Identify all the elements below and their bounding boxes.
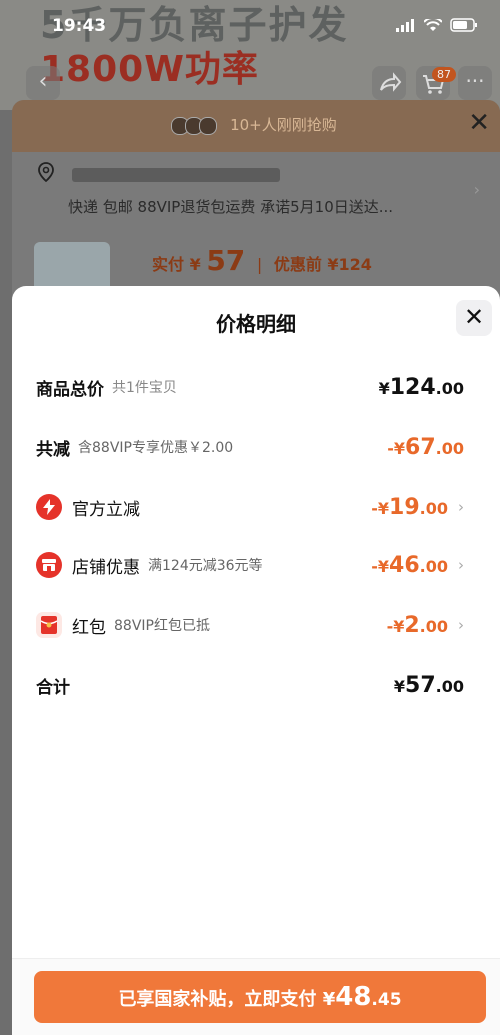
row-red-packet[interactable]: 红包 88VIP红包已抵 -¥2.00 ›: [36, 610, 464, 640]
paid-price-value: 57: [206, 244, 246, 277]
row-grand-total: 合计 ¥57.00: [36, 670, 464, 700]
price-before-discount: 优惠前 ¥124: [273, 255, 372, 274]
back-button[interactable]: ‹: [26, 66, 60, 100]
red-envelope-icon: [36, 612, 62, 638]
hero-text-line2: 1800W功率: [40, 49, 259, 90]
location-icon: [38, 162, 54, 183]
price-detail-sheet: 价格明细 ✕ 商品总价 共1件宝贝 ¥124.00 共减 含88VIP专享优惠￥…: [12, 286, 500, 1034]
paid-price-label: 实付: [152, 255, 185, 274]
row-label: 商品总价: [36, 379, 104, 400]
row-sub: 共1件宝贝: [112, 380, 177, 396]
pay-amount-decimal: .45: [371, 990, 402, 1010]
chevron-right-icon: ›: [458, 498, 464, 516]
recent-buyers-text: 10+人刚刚抢购: [230, 116, 337, 134]
shipping-info: 快递 包邮 88VIP退货包运费 承诺5月10日送达...: [68, 198, 394, 216]
row-label: 合计: [36, 677, 70, 698]
address-redacted[interactable]: [72, 168, 280, 182]
row-sub: 满124元减36元等: [148, 558, 263, 574]
row-amount: ¥57.00: [393, 672, 464, 698]
row-store-discount[interactable]: 店铺优惠 满124元减36元等 -¥46.00 ›: [36, 550, 464, 580]
bottom-bar: 已享国家补贴，立即支付 ¥48.45: [12, 958, 500, 1035]
recent-buyers: 10+人刚刚抢购: [12, 114, 500, 135]
row-amount: -¥19.00: [371, 494, 448, 520]
cart-count-badge: 87: [432, 67, 456, 82]
status-time: 19:43: [52, 16, 107, 36]
paid-price-line: 实付 ¥ 57 | 优惠前 ¥124: [152, 244, 372, 277]
battery-icon: [450, 18, 477, 32]
row-total-discount: 共减 含88VIP专享优惠￥2.00 -¥67.00: [36, 432, 464, 462]
row-sub: 含88VIP专享优惠￥2.00: [78, 440, 234, 456]
paid-price-currency: ¥: [189, 255, 201, 274]
more-button[interactable]: ···: [458, 66, 492, 100]
pay-amount-integer: 48: [335, 982, 372, 1012]
chevron-right-icon: ›: [458, 556, 464, 574]
row-product-total: 商品总价 共1件宝贝 ¥124.00: [36, 372, 464, 402]
status-icons: [396, 18, 478, 32]
signal-icon: [396, 18, 414, 32]
row-amount: -¥46.00: [371, 552, 448, 578]
row-amount: -¥67.00: [387, 434, 464, 460]
sheet-title: 价格明细: [216, 312, 296, 336]
close-icon[interactable]: ✕: [468, 108, 490, 138]
wifi-icon: [424, 18, 442, 31]
share-button[interactable]: [372, 66, 406, 100]
divider: |: [256, 255, 263, 274]
chevron-right-icon: ›: [458, 616, 464, 634]
row-label: 官方立减: [72, 499, 140, 520]
close-button[interactable]: ✕: [456, 300, 492, 336]
store-icon: [36, 552, 62, 578]
row-sub: 88VIP红包已抵: [114, 618, 210, 634]
chevron-right-icon: ›: [473, 180, 480, 199]
buyers-banner: 10+人刚刚抢购 ✕: [12, 100, 500, 152]
pay-now-button[interactable]: 已享国家补贴，立即支付 ¥48.45: [34, 971, 486, 1023]
row-label: 红包: [72, 617, 106, 638]
row-label: 店铺优惠: [72, 557, 140, 578]
row-amount: ¥124.00: [378, 374, 464, 400]
pay-button-text: 已享国家补贴，立即支付 ¥: [118, 989, 336, 1010]
close-icon: ✕: [463, 303, 485, 331]
row-label: 共减: [36, 439, 70, 460]
status-bar: 19:43: [0, 0, 500, 44]
row-amount: -¥2.00: [386, 612, 448, 638]
buyer-avatars: [171, 116, 218, 135]
row-official-discount[interactable]: 官方立减 -¥19.00 ›: [36, 492, 464, 522]
lightning-icon: [36, 494, 62, 520]
share-icon: [380, 72, 402, 92]
